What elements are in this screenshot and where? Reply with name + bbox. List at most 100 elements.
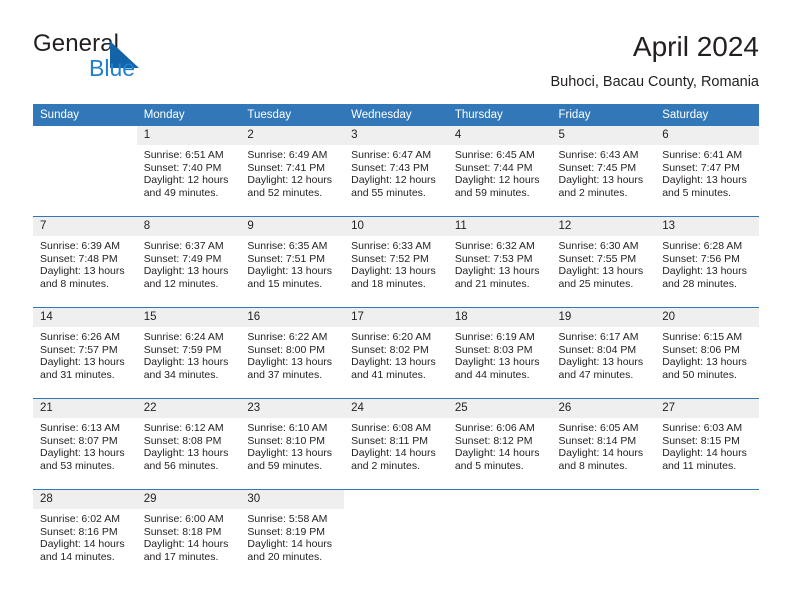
day-detail-line: Sunrise: 6:19 AM — [454, 331, 535, 343]
day-detail-line: and 25 minutes. — [558, 277, 634, 290]
day-detail-line: Daylight: 14 hours — [143, 538, 229, 551]
calendar-day-cell[interactable]: 22 Sunrise: 6:12 AM Sunset: 8:08 PM Dayligh… — [136, 398, 241, 490]
page-title: April 2024 — [632, 31, 759, 62]
calendar-day-cell[interactable]: 13 Sunrise: 6:28 AM Sunset: 7:56 PM Dayligh… — [655, 216, 759, 308]
calendar-day-cell[interactable]: 27 Sunrise: 6:03 AM Sunset: 8:15 PM Dayligh… — [655, 398, 759, 490]
calendar-day-cell[interactable]: 25 Sunrise: 6:06 AM Sunset: 8:12 PM Dayligh… — [447, 398, 552, 490]
day-details: Sunrise: 6:20 AM Sunset: 8:02 PM Daylight:… — [344, 327, 448, 381]
day-number: 28 — [33, 490, 137, 509]
calendar-day-cell[interactable]: 2 Sunrise: 6:49 AM Sunset: 7:41 PM Daylight… — [240, 126, 345, 217]
calendar-day-cell[interactable]: 7 Sunrise: 6:39 AM Sunset: 7:48 PM Daylight… — [33, 216, 137, 308]
day-number: 21 — [33, 399, 137, 418]
calendar-day-cell[interactable]: 17 Sunrise: 6:20 AM Sunset: 8:02 PM Dayligh… — [344, 307, 448, 399]
calendar-day-cell[interactable]: 19 Sunrise: 6:17 AM Sunset: 8:04 PM Dayligh… — [551, 307, 656, 399]
day-detail-line: and 34 minutes. — [143, 368, 219, 381]
calendar-day-cell-empty — [655, 489, 759, 580]
day-number: 23 — [240, 399, 345, 418]
day-details: Sunrise: 6:33 AM Sunset: 7:52 PM Daylight:… — [344, 236, 448, 290]
day-detail-line: Sunset: 8:10 PM — [247, 434, 326, 447]
calendar-day-cell[interactable]: 1 Sunrise: 6:51 AM Sunset: 7:40 PM Daylight… — [136, 126, 241, 217]
weekday-header-saturday: Saturday — [655, 104, 759, 126]
day-detail-line: Daylight: 13 hours — [143, 356, 229, 369]
day-number — [344, 490, 448, 509]
calendar-day-cell[interactable]: 11 Sunrise: 6:32 AM Sunset: 7:53 PM Dayligh… — [447, 216, 552, 308]
day-detail-line: Sunset: 7:49 PM — [143, 252, 222, 265]
calendar-day-cell[interactable]: 14 Sunrise: 6:26 AM Sunset: 7:57 PM Dayligh… — [33, 307, 137, 399]
day-detail-line: Daylight: 12 hours — [351, 174, 436, 187]
day-detail-line: and 55 minutes. — [351, 186, 426, 199]
calendar-day-cell[interactable]: 9 Sunrise: 6:35 AM Sunset: 7:51 PM Daylight… — [240, 216, 345, 308]
day-detail-line: Sunrise: 6:20 AM — [351, 331, 432, 343]
day-detail-line: Sunrise: 6:12 AM — [143, 422, 224, 434]
day-detail-line: Sunrise: 6:06 AM — [454, 422, 535, 434]
day-detail-line: and 59 minutes. — [454, 186, 530, 199]
weekday-header-sunday: Sunday — [33, 104, 137, 126]
day-detail-line: Daylight: 13 hours — [558, 174, 644, 187]
title-block: April 2024 Buhoci, Bacau County, Romania — [551, 30, 760, 91]
day-detail-line: Sunrise: 6:22 AM — [247, 331, 328, 343]
calendar-day-cell[interactable]: 15 Sunrise: 6:24 AM Sunset: 7:59 PM Dayligh… — [136, 307, 241, 399]
calendar-day-cell[interactable]: 3 Sunrise: 6:47 AM Sunset: 7:43 PM Daylight… — [344, 126, 448, 217]
calendar-week-row: 28 Sunrise: 6:02 AM Sunset: 8:16 PM Dayligh… — [33, 489, 759, 580]
day-detail-line: Daylight: 13 hours — [247, 356, 333, 369]
calendar-day-cell[interactable]: 30 Sunrise: 5:58 AM Sunset: 8:19 PM Dayligh… — [240, 489, 345, 580]
calendar-day-cell[interactable]: 4 Sunrise: 6:45 AM Sunset: 7:44 PM Daylight… — [447, 126, 552, 217]
calendar-day-cell[interactable]: 29 Sunrise: 6:00 AM Sunset: 8:18 PM Dayligh… — [136, 489, 241, 580]
calendar-day-cell[interactable]: 16 Sunrise: 6:22 AM Sunset: 8:00 PM Dayligh… — [240, 307, 345, 399]
day-detail-line: Sunset: 8:19 PM — [247, 525, 326, 538]
day-details: Sunrise: 6:35 AM Sunset: 7:51 PM Daylight:… — [240, 236, 344, 290]
day-detail-line: Sunrise: 6:30 AM — [558, 240, 639, 252]
day-detail-line: Sunrise: 6:03 AM — [662, 422, 743, 434]
calendar-day-cell-empty — [551, 489, 656, 580]
location-subtitle: Buhoci, Bacau County, Romania — [550, 74, 760, 90]
day-detail-line: Daylight: 13 hours — [143, 447, 229, 460]
day-detail-line: and 12 minutes. — [143, 277, 219, 290]
calendar-day-cell[interactable]: 5 Sunrise: 6:43 AM Sunset: 7:45 PM Daylight… — [551, 126, 656, 217]
day-detail-line: Sunrise: 6:49 AM — [247, 149, 328, 161]
day-detail-line: and 15 minutes. — [247, 277, 323, 290]
calendar-day-cell[interactable]: 6 Sunrise: 6:41 AM Sunset: 7:47 PM Daylight… — [655, 126, 759, 217]
calendar-day-cell[interactable]: 24 Sunrise: 6:08 AM Sunset: 8:11 PM Dayligh… — [344, 398, 448, 490]
day-detail-line: Daylight: 14 hours — [351, 447, 436, 460]
day-detail-line: and 14 minutes. — [40, 550, 115, 563]
day-details — [655, 509, 759, 513]
day-number: 30 — [240, 490, 345, 509]
calendar-day-cell[interactable]: 23 Sunrise: 6:10 AM Sunset: 8:10 PM Dayligh… — [240, 398, 345, 490]
day-detail-line: Sunset: 7:45 PM — [558, 161, 637, 174]
day-detail-line: Sunset: 7:55 PM — [558, 252, 637, 265]
day-detail-line: and 44 minutes. — [454, 368, 530, 381]
calendar-day-cell[interactable]: 21 Sunrise: 6:13 AM Sunset: 8:07 PM Dayligh… — [33, 398, 137, 490]
day-detail-line: and 53 minutes. — [40, 459, 115, 472]
calendar-day-cell[interactable]: 26 Sunrise: 6:05 AM Sunset: 8:14 PM Dayligh… — [551, 398, 656, 490]
day-detail-line: Sunset: 7:40 PM — [143, 161, 222, 174]
day-detail-line: Daylight: 13 hours — [247, 447, 333, 460]
weekday-header-tuesday: Tuesday — [240, 104, 345, 126]
weekday-header-thursday: Thursday — [447, 104, 552, 126]
day-detail-line: Sunrise: 6:00 AM — [143, 513, 224, 525]
day-detail-line: Sunset: 7:57 PM — [40, 343, 118, 356]
brand-logo[interactable]: General Blue — [33, 31, 263, 91]
weekday-header-wednesday: Wednesday — [344, 104, 448, 126]
calendar-day-cell-empty — [344, 489, 448, 580]
day-detail-line: Sunrise: 6:05 AM — [558, 422, 639, 434]
day-detail-line: and 11 minutes. — [662, 459, 737, 472]
day-detail-line: Sunset: 8:12 PM — [454, 434, 533, 447]
page-header: General Blue April 2024 Buhoci, Bacau Co… — [0, 0, 792, 100]
day-detail-line: and 5 minutes. — [662, 186, 732, 199]
day-details: Sunrise: 6:02 AM Sunset: 8:16 PM Daylight:… — [33, 509, 137, 563]
day-detail-line: Sunrise: 6:26 AM — [40, 331, 120, 343]
brand-name-general: General — [33, 30, 120, 57]
calendar-day-cell[interactable]: 8 Sunrise: 6:37 AM Sunset: 7:49 PM Daylight… — [136, 216, 241, 308]
day-number: 7 — [33, 217, 137, 236]
day-detail-line: Sunrise: 6:47 AM — [351, 149, 432, 161]
day-number: 4 — [447, 126, 552, 145]
calendar-day-cell[interactable]: 18 Sunrise: 6:19 AM Sunset: 8:03 PM Dayligh… — [447, 307, 552, 399]
calendar-page: General Blue April 2024 Buhoci, Bacau Co… — [0, 0, 792, 612]
calendar-day-cell[interactable]: 10 Sunrise: 6:33 AM Sunset: 7:52 PM Dayligh… — [344, 216, 448, 308]
calendar-day-cell[interactable]: 28 Sunrise: 6:02 AM Sunset: 8:16 PM Dayligh… — [33, 489, 137, 580]
day-detail-line: Daylight: 13 hours — [662, 174, 747, 187]
day-details: Sunrise: 6:19 AM Sunset: 8:03 PM Daylight:… — [448, 327, 552, 381]
calendar-day-cell-empty — [447, 489, 552, 580]
calendar-day-cell[interactable]: 12 Sunrise: 6:30 AM Sunset: 7:55 PM Dayligh… — [551, 216, 656, 308]
calendar-day-cell[interactable]: 20 Sunrise: 6:15 AM Sunset: 8:06 PM Dayligh… — [655, 307, 759, 399]
